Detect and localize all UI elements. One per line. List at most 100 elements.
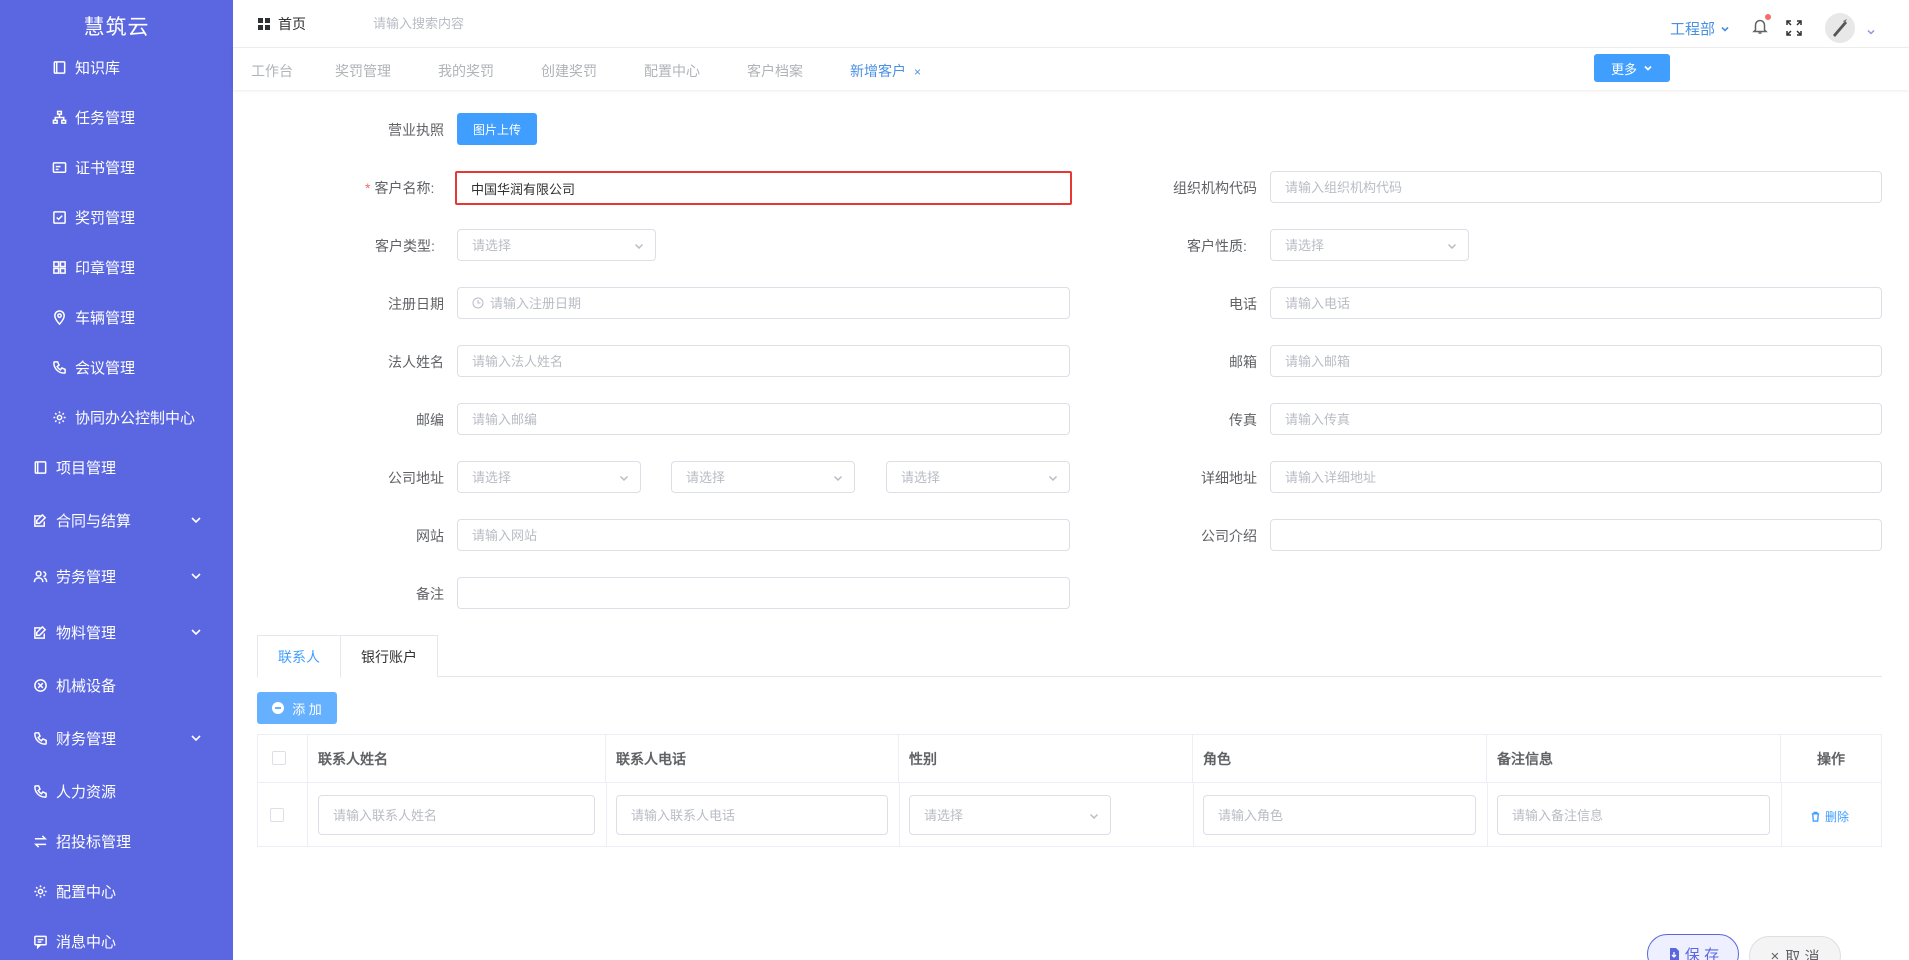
header-contact-phone: 联系人电话 <box>606 735 899 783</box>
sidebar-item-hr[interactable]: 人力资源 <box>0 771 233 811</box>
cancel-button[interactable]: × 取 消 <box>1749 936 1841 960</box>
avatar[interactable] <box>1825 13 1855 43</box>
sidebar-item-tasks[interactable]: 任务管理 <box>0 97 233 137</box>
checkbox-icon <box>50 208 68 226</box>
reg-date-input[interactable] <box>490 295 1055 311</box>
sidebar-item-projects[interactable]: 项目管理 <box>0 447 233 487</box>
tag-customer-archive[interactable]: 客户档案 <box>747 61 803 81</box>
sidebar-item-finance[interactable]: 财务管理 <box>0 718 233 758</box>
email-label: 邮箱 <box>1229 354 1257 370</box>
sidebar-item-contracts[interactable]: 合同与结算 <box>0 500 233 540</box>
sidebar-item-label: 劳务管理 <box>56 568 117 586</box>
delete-row-button[interactable]: 删除 <box>1810 808 1849 825</box>
search-input[interactable] <box>373 10 633 36</box>
phone-field[interactable] <box>1270 287 1882 319</box>
role-input[interactable] <box>1218 807 1461 823</box>
org-code-field[interactable] <box>1270 171 1882 203</box>
select-all-checkbox[interactable] <box>272 751 286 765</box>
customer-nature-select[interactable] <box>1270 229 1469 261</box>
district-select[interactable] <box>886 461 1070 493</box>
brand-logo-text: 慧筑云 <box>83 16 150 39</box>
contact-name-input[interactable] <box>333 807 580 823</box>
tag-workbench[interactable]: 工作台 <box>251 61 293 81</box>
sidebar-item-materials[interactable]: 物料管理 <box>0 612 233 652</box>
tag-new-customer[interactable]: 新增客户 × <box>850 61 921 81</box>
more-button[interactable]: 更多 <box>1594 54 1670 82</box>
remark-field[interactable] <box>457 577 1070 609</box>
fax-input[interactable] <box>1285 411 1867 427</box>
email-input[interactable] <box>1285 353 1867 369</box>
contact-phone-input[interactable] <box>631 807 873 823</box>
sidebar-item-messages[interactable]: 消息中心 <box>0 921 233 960</box>
org-code-input[interactable] <box>1285 179 1867 195</box>
tab-contacts[interactable]: 联系人 <box>257 635 341 678</box>
chevron-down-icon[interactable] <box>1866 24 1876 35</box>
chevron-down-icon <box>832 472 844 484</box>
add-contact-button[interactable]: 添 加 <box>257 692 337 724</box>
phone-input[interactable] <box>1285 295 1867 311</box>
legal-name-input[interactable] <box>472 353 1055 369</box>
contact-phone-field[interactable] <box>616 795 888 835</box>
tag-my-rewards[interactable]: 我的奖罚 <box>438 61 494 81</box>
province-select[interactable] <box>457 461 641 493</box>
address-label: 公司地址 <box>388 470 444 486</box>
required-mark: * <box>365 180 371 196</box>
location-icon <box>50 308 68 326</box>
customer-type-input[interactable] <box>472 237 641 253</box>
sidebar-item-machinery[interactable]: 机械设备 <box>0 665 233 705</box>
department-dropdown[interactable]: 工程部 <box>1670 18 1730 39</box>
home-link[interactable]: 首页 <box>258 14 306 34</box>
detail-address-field[interactable] <box>1270 461 1882 493</box>
customer-nature-input[interactable] <box>1285 237 1454 253</box>
website-input[interactable] <box>472 527 1055 543</box>
legal-name-field[interactable] <box>457 345 1070 377</box>
district-input[interactable] <box>901 469 1055 485</box>
sidebar-item-labor[interactable]: 劳务管理 <box>0 556 233 596</box>
sidebar-item-vehicles[interactable]: 车辆管理 <box>0 297 233 337</box>
remark-info-input[interactable] <box>1512 807 1755 823</box>
gear-icon <box>50 408 68 426</box>
sidebar-item-certificates[interactable]: 证书管理 <box>0 147 233 187</box>
fax-field[interactable] <box>1270 403 1882 435</box>
chevron-down-icon <box>618 472 630 484</box>
row-checkbox[interactable] <box>270 808 284 822</box>
intro-field[interactable] <box>1270 519 1882 551</box>
intro-input[interactable] <box>1285 527 1867 543</box>
fullscreen-icon[interactable] <box>1785 19 1803 37</box>
role-field[interactable] <box>1203 795 1476 835</box>
contact-name-field[interactable] <box>318 795 595 835</box>
sidebar-item-config[interactable]: 配置中心 <box>0 871 233 911</box>
province-input[interactable] <box>472 469 626 485</box>
phone-icon <box>31 729 49 747</box>
postcode-input[interactable] <box>472 411 1055 427</box>
upload-image-button[interactable]: 图片上传 <box>457 113 537 145</box>
customer-name-label: * 客户名称: <box>365 178 434 198</box>
email-field[interactable] <box>1270 345 1882 377</box>
remark-info-field[interactable] <box>1497 795 1770 835</box>
tag-rewards-management[interactable]: 奖罚管理 <box>335 61 391 81</box>
gender-input[interactable] <box>924 807 1096 823</box>
sidebar-item-rewards[interactable]: 奖罚管理 <box>0 197 233 237</box>
gender-select[interactable] <box>909 795 1111 835</box>
customer-type-select[interactable] <box>457 229 656 261</box>
tag-create-rewards[interactable]: 创建奖罚 <box>541 61 597 81</box>
close-icon[interactable]: × <box>914 65 921 79</box>
city-select[interactable] <box>671 461 855 493</box>
tab-bank-accounts[interactable]: 银行账户 <box>340 635 438 677</box>
reg-date-picker[interactable] <box>457 287 1070 319</box>
customer-name-input[interactable] <box>471 180 1056 196</box>
sidebar-item-seals[interactable]: 印章管理 <box>0 247 233 287</box>
website-field[interactable] <box>457 519 1070 551</box>
sidebar-item-bidding[interactable]: 招投标管理 <box>0 821 233 861</box>
tag-config-center[interactable]: 配置中心 <box>644 61 700 81</box>
detail-address-input[interactable] <box>1285 469 1867 485</box>
remark-input[interactable] <box>472 585 1055 601</box>
save-button[interactable]: 保 存 <box>1647 934 1739 960</box>
sidebar-item-collab-center[interactable]: 协同办公控制中心 <box>0 397 233 437</box>
city-input[interactable] <box>686 469 840 485</box>
postcode-field[interactable] <box>457 403 1070 435</box>
sidebar-item-knowledge[interactable]: 知识库 <box>0 47 233 87</box>
customer-name-field[interactable] <box>455 171 1072 205</box>
sidebar-item-meetings[interactable]: 会议管理 <box>0 347 233 387</box>
notification-bell-icon[interactable] <box>1751 14 1771 35</box>
